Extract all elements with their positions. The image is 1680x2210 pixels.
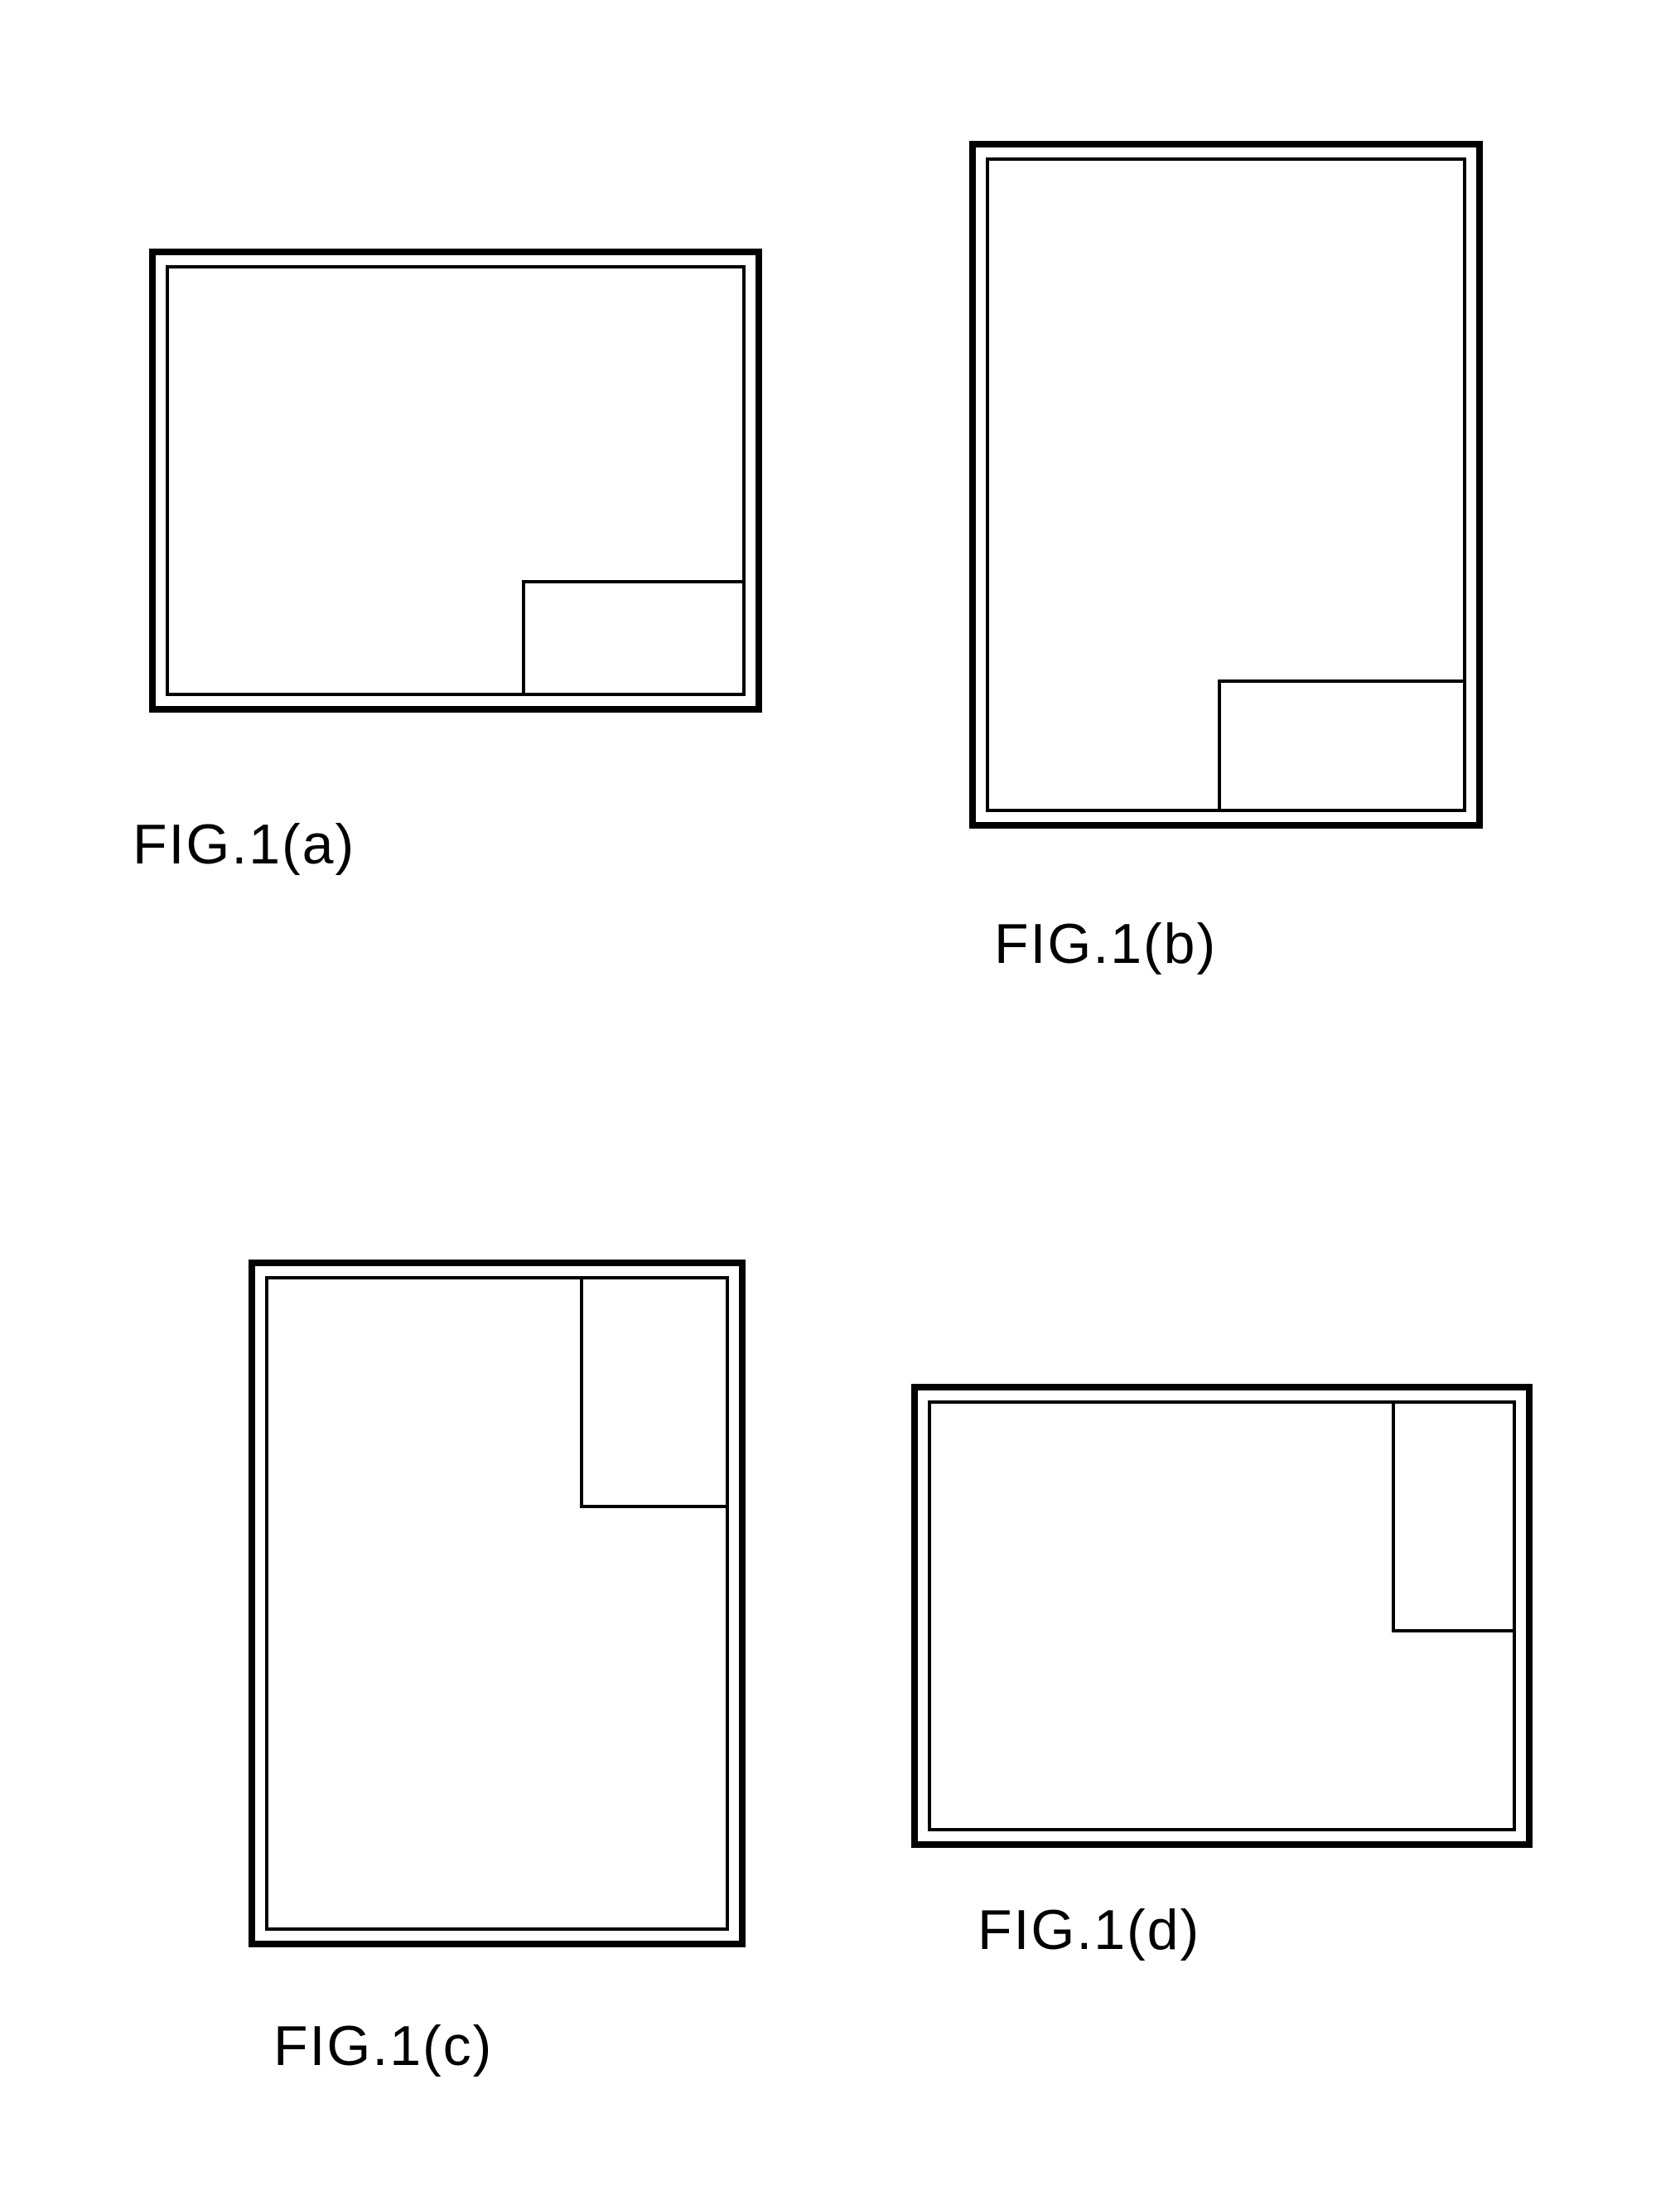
figure-a-caption: FIG.1(a): [133, 812, 762, 877]
figure-b-caption: FIG.1(b): [994, 912, 1483, 976]
figure-b-inset-box: [1218, 679, 1466, 812]
figure-a-inset-box: [522, 580, 746, 696]
figure-c-caption: FIG.1(c): [273, 2014, 746, 2078]
figure-d-outer-frame: [911, 1384, 1533, 1848]
figure-b: FIG.1(b): [969, 141, 1483, 976]
figure-d-inner-frame: [928, 1400, 1516, 1831]
figure-c-outer-frame: [249, 1260, 746, 1947]
figure-c-inset-box: [580, 1276, 729, 1508]
figure-a: FIG.1(a): [149, 249, 762, 877]
figure-d-inset-box: [1392, 1400, 1516, 1632]
figure-b-outer-frame: [969, 141, 1483, 829]
figure-a-outer-frame: [149, 249, 762, 713]
figure-c: FIG.1(c): [249, 1260, 746, 2078]
figure-b-inner-frame: [986, 157, 1466, 812]
figure-d: FIG.1(d): [911, 1384, 1533, 1962]
figure-d-caption: FIG.1(d): [978, 1898, 1533, 1962]
figure-a-inner-frame: [166, 265, 746, 696]
figure-c-inner-frame: [265, 1276, 729, 1931]
